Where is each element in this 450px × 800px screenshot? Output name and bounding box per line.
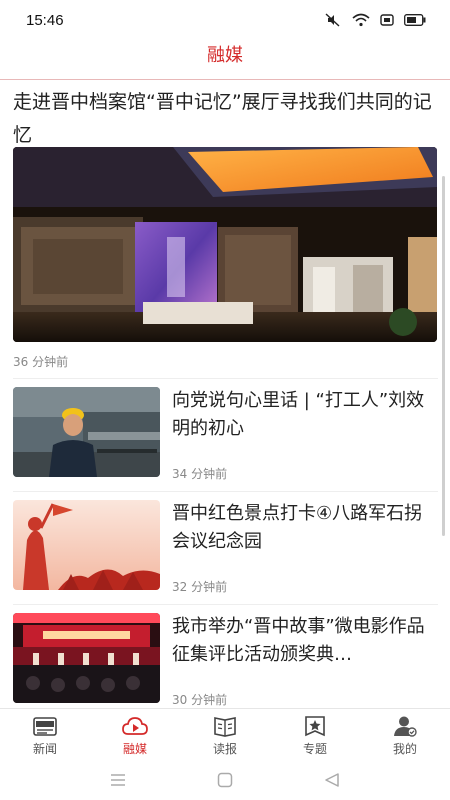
menu-nav-button[interactable]	[108, 770, 128, 790]
status-bar: 15:46	[0, 0, 450, 40]
article-title[interactable]: 我市举办“晋中故事”微电影作品征集评比活动颁奖典…	[172, 613, 438, 669]
home-nav-button[interactable]	[215, 770, 235, 790]
red-memorial-illustration	[13, 500, 160, 590]
article-item[interactable]: 晋中红色景点打卡④八路军石拐会议纪念园 32 分钟前	[0, 492, 450, 604]
page-title: 融媒	[207, 45, 243, 66]
scrollbar[interactable]	[442, 176, 445, 536]
article-thumbnail[interactable]	[13, 500, 160, 590]
home-icon	[217, 772, 233, 788]
topic-icon	[302, 714, 328, 738]
feature-title[interactable]: 走进晋中档案馆“晋中记忆”展厅寻找我们共同的记忆	[13, 86, 438, 152]
mute-icon	[325, 13, 340, 27]
back-nav-button[interactable]	[322, 770, 342, 790]
tab-news[interactable]: 新闻	[0, 709, 90, 758]
news-feed[interactable]: 走进晋中档案馆“晋中记忆”展厅寻找我们共同的记忆 36 分钟前 向党说句心里话 …	[0, 81, 450, 708]
menu-icon	[111, 774, 125, 786]
tab-label: 读报	[212, 742, 237, 756]
system-nav-bar	[0, 758, 450, 800]
article-item[interactable]: 我市举办“晋中故事”微电影作品征集评比活动颁奖典… 30 分钟前	[0, 605, 450, 708]
sim-icon	[380, 14, 394, 26]
feature-image[interactable]	[13, 147, 437, 342]
article-title[interactable]: 向党说句心里话 | “打工人”刘效明的初心	[172, 387, 438, 443]
bottom-tab-bar: 新闻 融媒 读报 专题 我的	[0, 708, 450, 758]
page-header: 融媒	[0, 40, 450, 80]
wifi-icon	[352, 13, 370, 27]
tab-newspaper[interactable]: 读报	[180, 709, 270, 758]
article-time: 34 分钟前	[172, 467, 228, 481]
tab-topics[interactable]: 专题	[270, 709, 360, 758]
back-icon	[325, 773, 339, 787]
tab-label: 新闻	[32, 742, 57, 756]
tab-media[interactable]: 融媒	[90, 709, 180, 758]
article-thumbnail[interactable]	[13, 613, 160, 703]
profile-icon	[392, 714, 418, 738]
newspaper-icon	[212, 714, 238, 738]
tab-profile[interactable]: 我的	[360, 709, 450, 758]
article-time: 30 分钟前	[172, 693, 228, 707]
tab-label: 我的	[392, 742, 417, 756]
article-title[interactable]: 晋中红色景点打卡④八路军石拐会议纪念园	[172, 500, 438, 556]
tab-label: 专题	[302, 742, 327, 756]
news-icon	[32, 714, 58, 738]
battery-icon	[404, 14, 426, 26]
article-time: 32 分钟前	[172, 580, 228, 594]
article-item[interactable]: 向党说句心里话 | “打工人”刘效明的初心 34 分钟前	[0, 379, 450, 491]
feature-time: 36 分钟前	[13, 355, 69, 369]
article-thumbnail[interactable]	[13, 387, 160, 477]
status-time: 15:46	[26, 12, 64, 29]
exhibition-hall-photo	[13, 147, 437, 342]
award-ceremony-photo	[13, 613, 160, 703]
worker-photo	[13, 387, 160, 477]
tab-label: 融媒	[122, 742, 147, 756]
status-icons	[324, 13, 426, 27]
media-icon	[122, 714, 148, 738]
